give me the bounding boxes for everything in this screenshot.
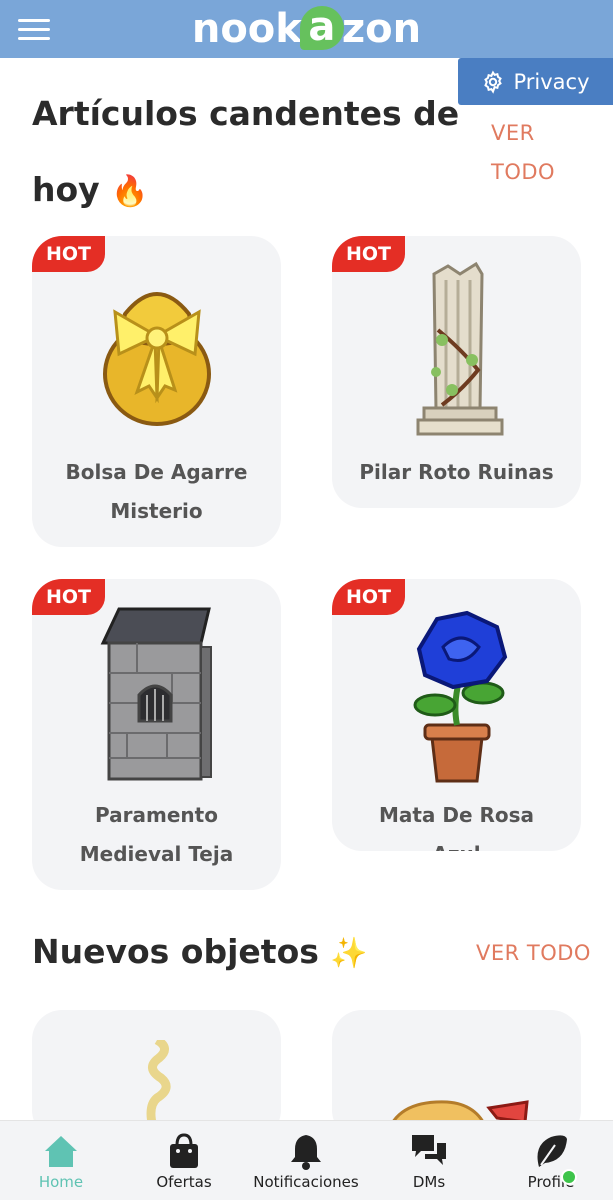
- nav-notifications[interactable]: Notificaciones: [246, 1131, 366, 1191]
- product-name: Paramento Medieval Teja: [79, 803, 234, 866]
- home-icon: [45, 1136, 77, 1167]
- online-status-dot: [561, 1169, 577, 1185]
- gear-icon: [484, 69, 503, 94]
- hot-badge: HOT: [32, 236, 106, 272]
- blue-rose-icon: [332, 609, 581, 789]
- nav-dms[interactable]: DMs: [369, 1131, 489, 1191]
- product-card[interactable]: HOT Paramento Medieval Teja: [32, 579, 281, 890]
- sparkles-emoji-icon: ✨: [330, 936, 368, 971]
- privacy-label: Privacy: [513, 69, 590, 94]
- see-all-line2: TODO: [491, 160, 556, 184]
- nav-label: Profile: [527, 1173, 575, 1191]
- new-title-text: Nuevos objetos: [32, 932, 319, 971]
- new-see-all-link[interactable]: VER TODO: [476, 941, 591, 965]
- nav-profile[interactable]: Profile: [491, 1131, 611, 1191]
- product-card[interactable]: HOT Pilar Roto Ruinas: [332, 236, 581, 508]
- product-name: Bolsa De Agarre Misterio: [65, 460, 248, 523]
- product-card[interactable]: HOT Bolsa De Agarre Misterio: [32, 236, 281, 547]
- nav-label: Notificaciones: [253, 1173, 359, 1191]
- nav-label: DMs: [412, 1173, 446, 1191]
- top-bar: nook a zon: [0, 0, 613, 58]
- fire-emoji-icon: 🔥: [111, 174, 149, 209]
- broken-pillar-icon: [332, 260, 581, 440]
- medieval-wall-icon: [32, 603, 281, 783]
- nav-home[interactable]: Home: [1, 1131, 121, 1191]
- logo-leaf-icon: a: [299, 6, 344, 50]
- chat-icon: [412, 1135, 446, 1165]
- nav-label: Ofertas: [156, 1173, 212, 1191]
- product-name: Pilar Roto Ruinas: [359, 460, 554, 484]
- bottom-navigation: Home Ofertas Notificaciones DMs Profile: [0, 1120, 613, 1200]
- gift-bag-icon: [32, 274, 281, 429]
- privacy-button[interactable]: Privacy: [458, 58, 613, 105]
- hot-title-line2: hoy: [32, 170, 100, 209]
- logo-text-start: nook: [191, 6, 302, 52]
- nav-offers[interactable]: Ofertas: [124, 1131, 244, 1191]
- see-all-line1: VER: [491, 121, 535, 145]
- bag-icon: [170, 1133, 198, 1168]
- nookazon-logo[interactable]: nook a zon: [0, 6, 613, 52]
- logo-text-end: zon: [341, 6, 422, 52]
- product-name: Mata De Rosa Azul: [378, 803, 535, 851]
- nav-label: Home: [38, 1173, 84, 1191]
- hot-title-line1: Artículos candentes de: [32, 94, 460, 133]
- bell-icon: [291, 1135, 321, 1170]
- hot-see-all-link[interactable]: VER TODO: [491, 114, 555, 192]
- new-section-title: Nuevos objetos ✨: [32, 914, 368, 992]
- product-card[interactable]: HOT Mata De Rosa Azul: [332, 579, 581, 851]
- leaf-icon: [537, 1135, 567, 1167]
- hot-section-title: Artículos candentes de hoy 🔥: [32, 76, 459, 230]
